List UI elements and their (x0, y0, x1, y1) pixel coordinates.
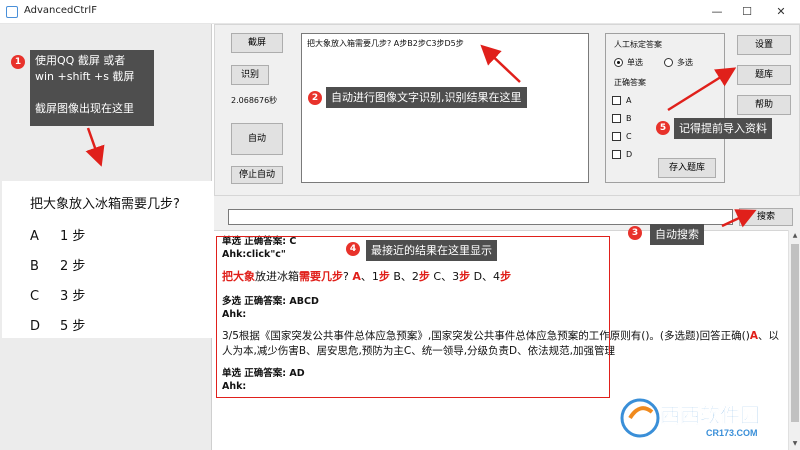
minimize-button[interactable]: — (702, 2, 732, 22)
maximize-button[interactable]: ☐ (732, 2, 762, 22)
badge-3: 3 (628, 226, 642, 240)
watermark-logo: 西西软件园 CR173.COM (620, 396, 790, 440)
annotation-3: 自动搜索 (650, 224, 704, 245)
annotation-1: 使用QQ 截屏 或者 win +shift +s 截屏 截屏图像出现在这里 (30, 50, 154, 126)
scroll-down-icon[interactable]: ▼ (789, 438, 800, 450)
multi-choice-radio[interactable]: 多选 (664, 57, 693, 68)
checkbox-icon (612, 150, 621, 159)
recognize-button[interactable]: 识别 (231, 65, 269, 85)
answer-checkbox-c[interactable]: C (612, 132, 632, 141)
scroll-up-icon[interactable]: ▲ (789, 230, 800, 242)
control-panel: 截屏 识别 2.068676秒 自动 停止自动 把大象放入箱需要几步? A步B2… (214, 24, 800, 196)
auto-button[interactable]: 自动 (231, 123, 283, 155)
correct-answer-label: 正确答案 (614, 78, 646, 87)
close-button[interactable]: ✕ (766, 2, 796, 22)
badge-2: 2 (308, 91, 322, 105)
badge-5: 5 (656, 121, 670, 135)
checkbox-icon (612, 96, 621, 105)
annotation-2: 自动进行图像文字识别,识别结果在这里 (326, 87, 527, 108)
captured-option: A1 步 (30, 229, 86, 244)
save-to-bank-button[interactable]: 存入题库 (658, 158, 716, 178)
scroll-thumb[interactable] (791, 244, 799, 422)
captured-question: 把大象放入冰箱需要几步? (30, 197, 180, 212)
search-input[interactable] (228, 209, 733, 225)
captured-option: C3 步 (30, 289, 86, 304)
captured-image: 把大象放入冰箱需要几步? A1 步 B2 步 C3 步 D5 步 (2, 181, 212, 338)
badge-4: 4 (346, 242, 360, 256)
answer-checkbox-d[interactable]: D (612, 150, 632, 159)
checkbox-icon (612, 114, 621, 123)
checkbox-icon (612, 132, 621, 141)
elapsed-time: 2.068676秒 (231, 96, 278, 105)
radio-empty-icon (664, 58, 673, 67)
ocr-result-textarea[interactable]: 把大象放入箱需要几步? A步B2步C3步D5步 (301, 33, 589, 183)
stop-auto-button[interactable]: 停止自动 (231, 166, 283, 184)
app-icon (6, 6, 18, 18)
badge-1: 1 (11, 55, 25, 69)
settings-button[interactable]: 设置 (737, 35, 791, 55)
answer-checkbox-a[interactable]: A (612, 96, 631, 105)
radio-selected-icon (614, 58, 623, 67)
search-button[interactable]: 搜索 (739, 208, 793, 226)
screenshot-button[interactable]: 截屏 (231, 33, 283, 53)
captured-option: B2 步 (30, 259, 86, 274)
question-bank-button[interactable]: 题库 (737, 65, 791, 85)
group-title: 人工标定答案 (614, 40, 662, 49)
ocr-result-text: 把大象放入箱需要几步? A步B2步C3步D5步 (307, 39, 464, 48)
captured-option: D5 步 (30, 319, 86, 334)
svg-text:CR173.COM: CR173.COM (706, 428, 758, 438)
svg-text:西西软件园: 西西软件园 (660, 403, 760, 427)
single-choice-radio[interactable]: 单选 (614, 57, 643, 68)
answer-checkbox-b[interactable]: B (612, 114, 632, 123)
title-bar: AdvancedCtrlF — ☐ ✕ (0, 0, 800, 24)
help-button[interactable]: 帮助 (737, 95, 791, 115)
annotation-5: 记得提前导入资料 (674, 118, 772, 139)
manual-answer-group: 人工标定答案 单选 多选 正确答案 A B C D 存入题库 (605, 33, 725, 183)
window-title: AdvancedCtrlF (24, 5, 97, 16)
annotation-4: 最接近的结果在这里显示 (366, 240, 497, 261)
